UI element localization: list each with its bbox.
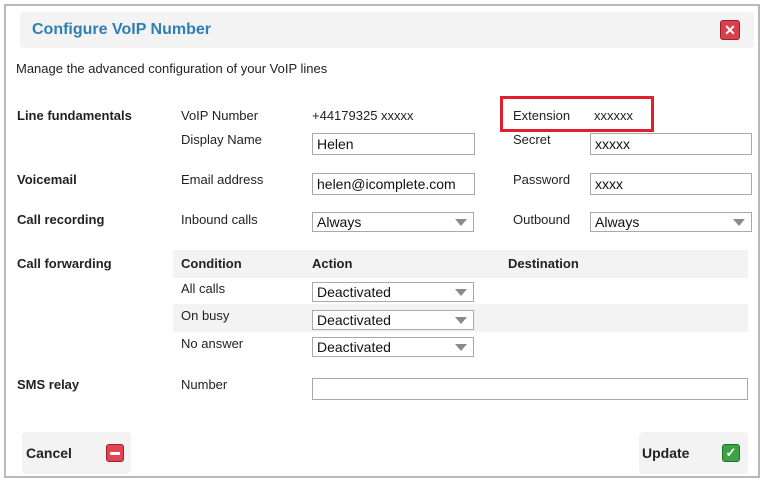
forwarding-header-band	[173, 250, 748, 278]
password-input[interactable]: xxxx	[590, 173, 752, 195]
dialog-title: Configure VoIP Number	[32, 21, 211, 38]
forwarding-action-on-busy-select[interactable]: Deactivated	[312, 310, 474, 330]
forwarding-condition-on-busy: On busy	[181, 308, 230, 323]
section-call-recording: Call recording	[17, 212, 105, 227]
display-name-label: Display Name	[181, 132, 262, 147]
forwarding-action-all-calls-select[interactable]: Deactivated	[312, 282, 474, 302]
forwarding-action-no-answer-select[interactable]: Deactivated	[312, 337, 474, 357]
voip-number-label: VoIP Number	[181, 108, 259, 123]
outbound-label: Outbound	[513, 212, 571, 227]
display-name-input[interactable]: Helen	[312, 133, 475, 155]
sms-number-input[interactable]	[312, 378, 748, 400]
forwarding-condition-no-answer: No answer	[181, 336, 244, 351]
close-icon: ✕	[724, 22, 736, 38]
extension-highlight	[500, 96, 654, 132]
forwarding-action-all-calls-value: Deactivated	[317, 284, 391, 300]
section-voicemail: Voicemail	[17, 172, 77, 187]
secret-input[interactable]: xxxxx	[590, 133, 752, 155]
forwarding-header-action: Action	[312, 256, 353, 271]
sms-number-label: Number	[181, 377, 228, 392]
chevron-down-icon	[455, 317, 467, 324]
update-button-label: Update	[642, 445, 690, 461]
intro-text: Manage the advanced configuration of you…	[16, 61, 328, 76]
forwarding-action-no-answer-value: Deactivated	[317, 339, 391, 355]
chevron-down-icon	[455, 219, 467, 226]
dialog-titlebar: Configure VoIP Number ✕	[20, 12, 754, 48]
email-address-input[interactable]: helen@icomplete.com	[312, 173, 475, 195]
inbound-calls-value: Always	[317, 214, 362, 230]
chevron-down-icon	[733, 219, 745, 226]
password-label: Password	[513, 172, 571, 187]
close-button[interactable]: ✕	[720, 20, 740, 40]
inbound-calls-select[interactable]: Always	[312, 212, 474, 232]
checkmark-icon: ✓	[722, 444, 740, 462]
inbound-calls-label: Inbound calls	[181, 212, 258, 227]
outbound-select[interactable]: Always	[590, 212, 752, 232]
section-line-fundamentals: Line fundamentals	[17, 108, 132, 123]
forwarding-action-on-busy-value: Deactivated	[317, 312, 391, 328]
minus-icon	[106, 444, 124, 462]
email-address-label: Email address	[181, 172, 264, 187]
update-button[interactable]: Update ✓	[639, 432, 748, 474]
chevron-down-icon	[455, 344, 467, 351]
voip-number-value: +44179325 xxxxx	[312, 108, 414, 123]
secret-label: Secret	[513, 132, 551, 147]
cancel-button-label: Cancel	[26, 445, 72, 461]
section-sms-relay: SMS relay	[17, 377, 80, 392]
section-call-forwarding: Call forwarding	[17, 256, 112, 271]
chevron-down-icon	[455, 289, 467, 296]
forwarding-header-condition: Condition	[181, 256, 242, 271]
outbound-value: Always	[595, 214, 640, 230]
forwarding-condition-all-calls: All calls	[181, 281, 226, 296]
cancel-button[interactable]: Cancel	[22, 432, 131, 474]
forwarding-header-destination: Destination	[508, 256, 579, 271]
